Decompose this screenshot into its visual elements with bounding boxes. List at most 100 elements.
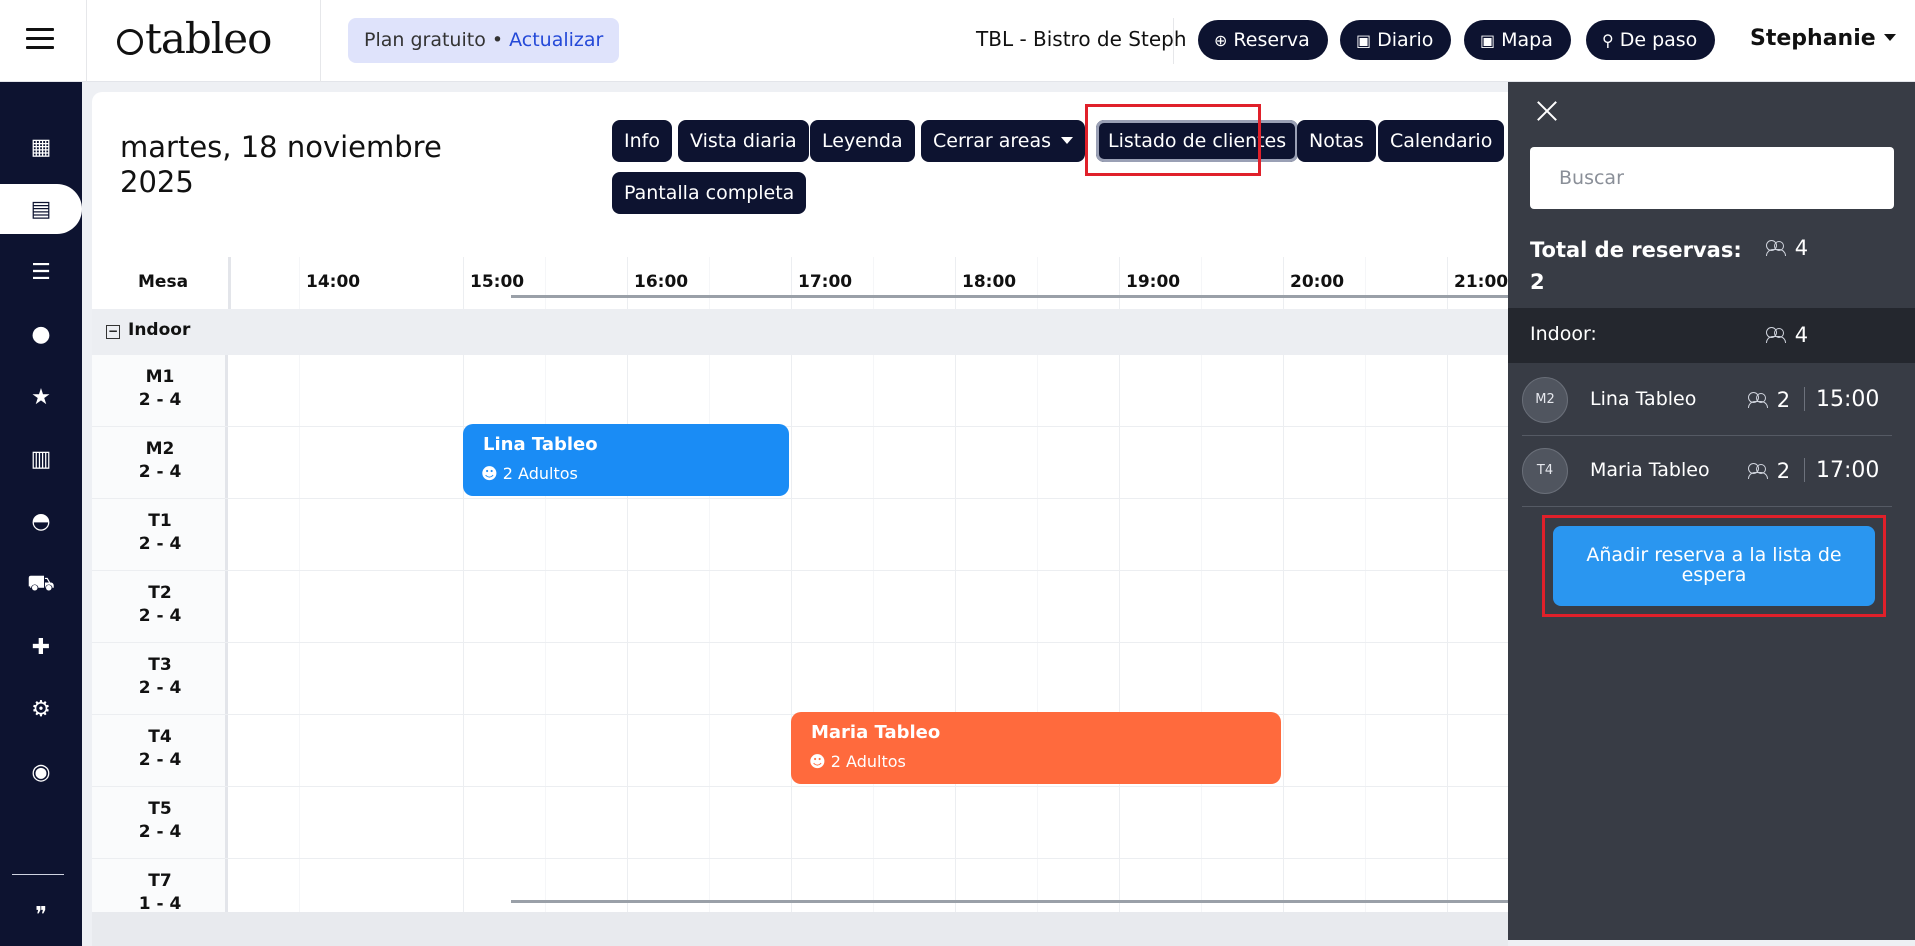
sidebar-item-shop[interactable]: ⛟ [0, 560, 82, 610]
reservation-guests: ☻ 2 Adultos [809, 752, 906, 771]
area-label: − Indoor [106, 320, 190, 340]
table-capacity: 2 - 4 [138, 534, 182, 554]
client-row[interactable]: T4 Maria Tableo 2 17:00 [1522, 436, 1892, 507]
collapse-icon[interactable]: − [106, 325, 120, 339]
sidebar-item-integrations[interactable]: ✚ [0, 622, 82, 672]
total-people: 4 [1766, 236, 1808, 260]
table-label: T3 2 - 4 [92, 654, 228, 700]
cart-icon: ⛟ [27, 571, 55, 596]
avatar: T4 [1522, 448, 1568, 494]
table-row: T7 1 - 4 [92, 859, 1508, 912]
reservation-block[interactable]: Lina Tableo ☻ 2 Adultos [463, 424, 789, 496]
divider [12, 874, 64, 875]
sidebar-item-settings[interactable]: ⚙ [0, 684, 82, 734]
main-panel: martes, 18 noviembre 2025 Info Vista dia… [92, 92, 1508, 912]
table-row: T2 2 - 4 [92, 571, 1508, 643]
fullscreen-button[interactable]: Pantalla completa [612, 172, 807, 214]
button-label: Reserva [1233, 29, 1310, 51]
info-button[interactable]: Info [612, 120, 672, 162]
client-people: 2 [1748, 459, 1790, 483]
horizontal-scrollbar[interactable] [511, 295, 1508, 298]
highlight-box [1542, 515, 1886, 617]
client-list-panel: Total de reservas: 2 4 Indoor: 4 M2 Lina… [1508, 82, 1915, 940]
client-time: 17:00 [1816, 458, 1880, 483]
dropdown-label: Cerrar areas [933, 130, 1052, 152]
sidebar-item-stats[interactable]: ▥ [0, 434, 82, 484]
walk-in-button[interactable]: ⚲ De paso [1586, 20, 1716, 60]
user-name: Stephanie [1750, 26, 1876, 51]
people-icon [1748, 463, 1770, 479]
time-label: 15:00 [470, 272, 525, 292]
horizontal-scrollbar[interactable] [511, 900, 1508, 903]
guests-count: 2 Adultos [830, 752, 906, 771]
close-areas-dropdown[interactable]: Cerrar areas [921, 120, 1086, 162]
plan-badge: Plan gratuito • Actualizar [348, 18, 620, 63]
sidebar-item-dashboard[interactable]: ▦ [0, 122, 82, 172]
logo-text: tableo [145, 14, 272, 63]
divider [1173, 18, 1174, 64]
client-name: Maria Tableo [1590, 459, 1710, 481]
reservation-guests: ☻ 2 Adultos [481, 464, 578, 483]
legend-button[interactable]: Leyenda [810, 120, 915, 162]
sidebar-item-reviews[interactable]: ★ [0, 372, 82, 422]
button-label: De paso [1619, 29, 1698, 51]
area-people: 4 [1766, 323, 1808, 347]
upgrade-link[interactable]: Actualizar [509, 29, 603, 51]
button-label: Mapa [1501, 29, 1553, 51]
table-name: M1 [145, 367, 175, 387]
divider [228, 257, 231, 309]
reservation-name: Lina Tableo [483, 434, 598, 455]
sidebar-item-customers[interactable]: ● [0, 309, 82, 359]
book-icon: ▤ [30, 196, 52, 222]
chevron-down-icon [1061, 137, 1074, 144]
hamburger-menu-icon[interactable] [26, 28, 54, 52]
date-line-2: 2025 [120, 165, 194, 199]
calendar-button[interactable]: Calendario [1378, 120, 1505, 162]
close-icon[interactable] [1534, 98, 1560, 124]
table-label: T1 2 - 4 [92, 510, 228, 556]
plan-separator: • [485, 29, 510, 51]
page-title: martes, 18 noviembre 2025 [120, 130, 442, 200]
area-label: Indoor: [1530, 323, 1597, 345]
chevron-down-icon [1883, 34, 1896, 41]
reservation-block[interactable]: Maria Tableo ☻ 2 Adultos [791, 712, 1281, 784]
plan-label: Plan gratuito [364, 29, 486, 51]
table-capacity: 2 - 4 [138, 390, 182, 410]
sidebar-item-reservations[interactable]: ▤ [0, 184, 82, 234]
new-reservation-button[interactable]: ⊕ Reserva [1198, 20, 1328, 60]
area-row-indoor[interactable]: − Indoor [92, 309, 1508, 355]
sidebar-item-list[interactable]: ☰ [0, 247, 82, 297]
venue-name[interactable]: TBL - Bistro de Steph [976, 27, 1187, 51]
tableo-logo[interactable]: tableo [117, 14, 272, 63]
time-label: 21:00 [1454, 272, 1508, 292]
user-icon: ● [31, 321, 51, 347]
users-icon: ☻ [481, 464, 503, 483]
search-input[interactable] [1530, 147, 1894, 209]
dashboard-icon: ▦ [30, 134, 52, 160]
divider [86, 0, 87, 82]
user-menu[interactable]: Stephanie [1750, 26, 1896, 51]
daily-button[interactable]: ▣ Diario [1340, 20, 1452, 60]
people-count: 2 [1776, 388, 1791, 412]
people-icon [1748, 392, 1770, 408]
plus-circle-icon: ⊕ [1214, 31, 1228, 50]
date-line-1: martes, 18 noviembre [120, 130, 442, 164]
sidebar-item-service[interactable]: ◓ [0, 496, 82, 546]
headset-icon: ◉ [31, 759, 51, 785]
table-name: T3 [148, 655, 172, 675]
time-label: 14:00 [306, 272, 361, 292]
reservation-name: Maria Tableo [811, 722, 941, 743]
guests-count: 2 Adultos [502, 464, 578, 483]
sidebar-item-chat[interactable]: ❞ [0, 890, 82, 940]
client-row[interactable]: M2 Lina Tableo 2 15:00 [1522, 365, 1892, 436]
table-row: M2 2 - 4 [92, 427, 1508, 499]
map-button[interactable]: ▣ Mapa [1464, 20, 1571, 60]
table-capacity: 2 - 4 [138, 678, 182, 698]
daily-view-button[interactable]: Vista diaria [678, 120, 809, 162]
divider [320, 0, 321, 82]
table-name: M2 [145, 439, 175, 459]
notes-button[interactable]: Notas [1297, 120, 1376, 162]
sidebar-item-support[interactable]: ◉ [0, 747, 82, 797]
total-count: 2 [1530, 270, 1545, 294]
puzzle-icon: ✚ [31, 634, 51, 660]
